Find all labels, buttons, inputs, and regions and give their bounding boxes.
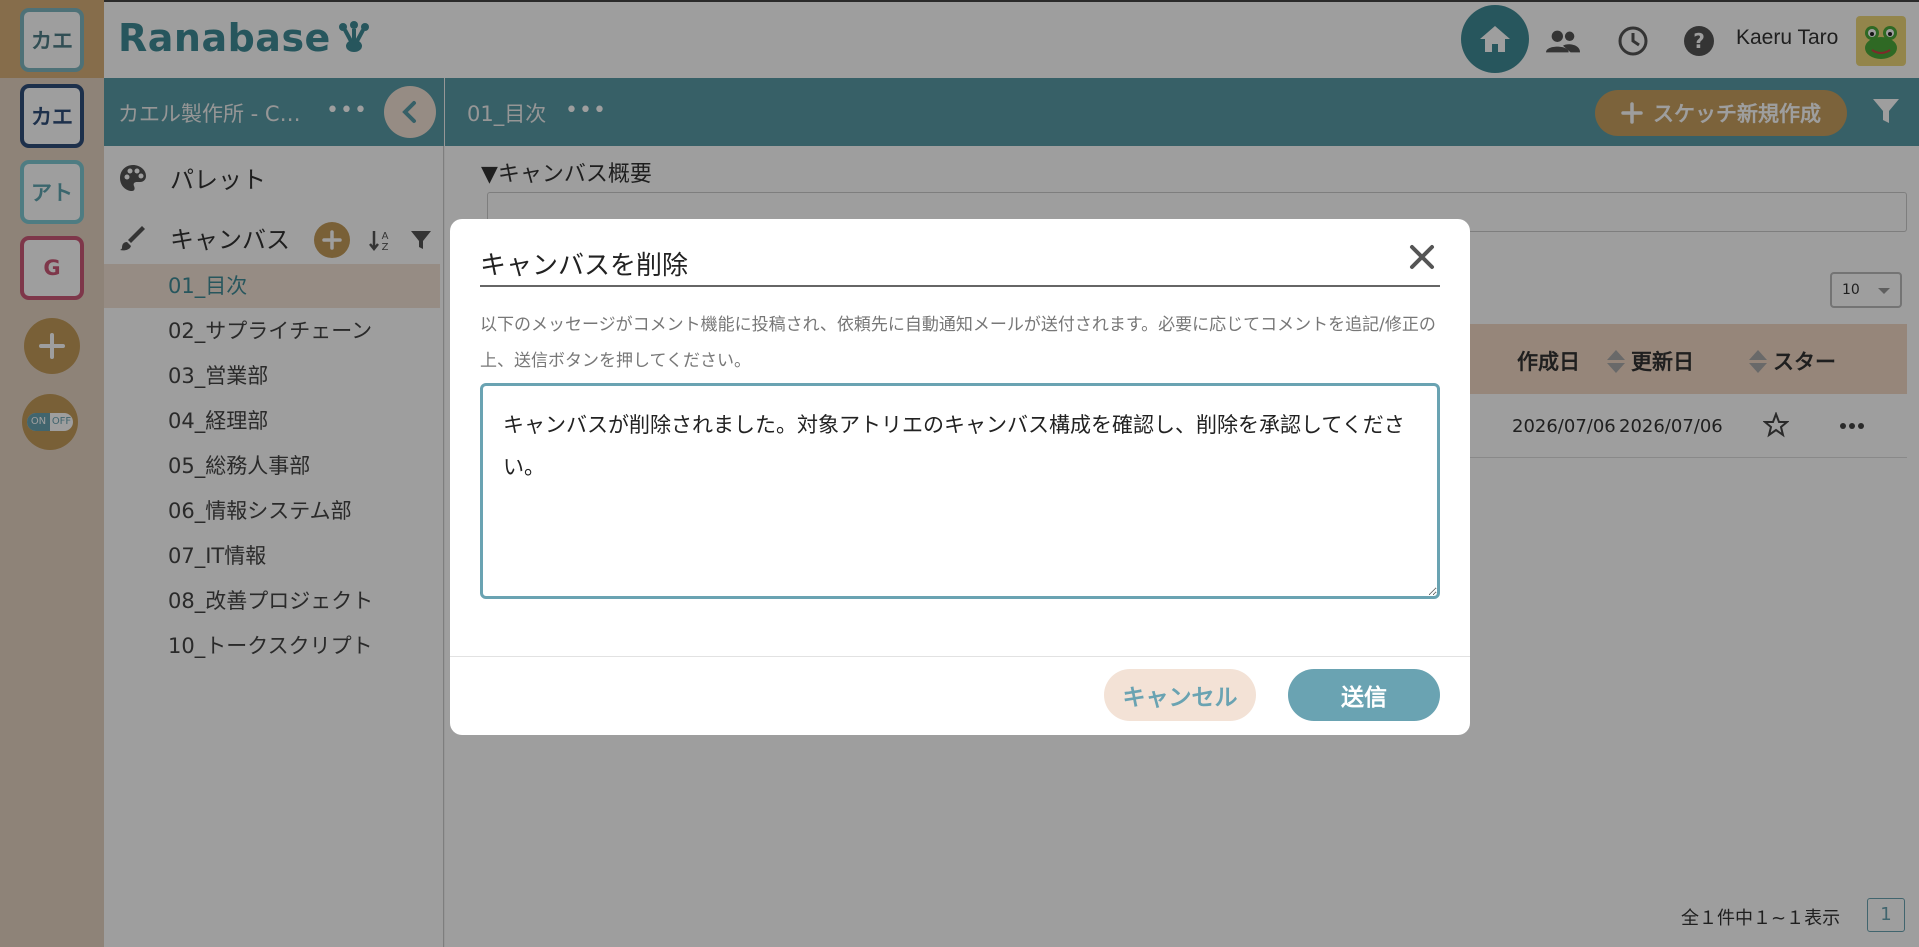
dialog-title-divider (480, 285, 1440, 287)
send-button[interactable]: 送信 (1288, 669, 1440, 721)
cancel-button[interactable]: キャンセル (1104, 669, 1256, 721)
dialog-title: キャンバスを削除 (480, 251, 689, 281)
delete-canvas-dialog: キャンバスを削除 以下のメッセージがコメント機能に投稿され、依頼先に自動通知メー… (450, 219, 1470, 735)
dialog-footer-divider (450, 656, 1470, 657)
dialog-description: 以下のメッセージがコメント機能に投稿され、依頼先に自動通知メールが送付されます。… (480, 315, 1436, 371)
close-icon[interactable] (1406, 241, 1438, 273)
comment-message-input[interactable]: キャンバスが削除されました。対象アトリエのキャンバス構成を確認し、削除を承認して… (480, 383, 1440, 599)
